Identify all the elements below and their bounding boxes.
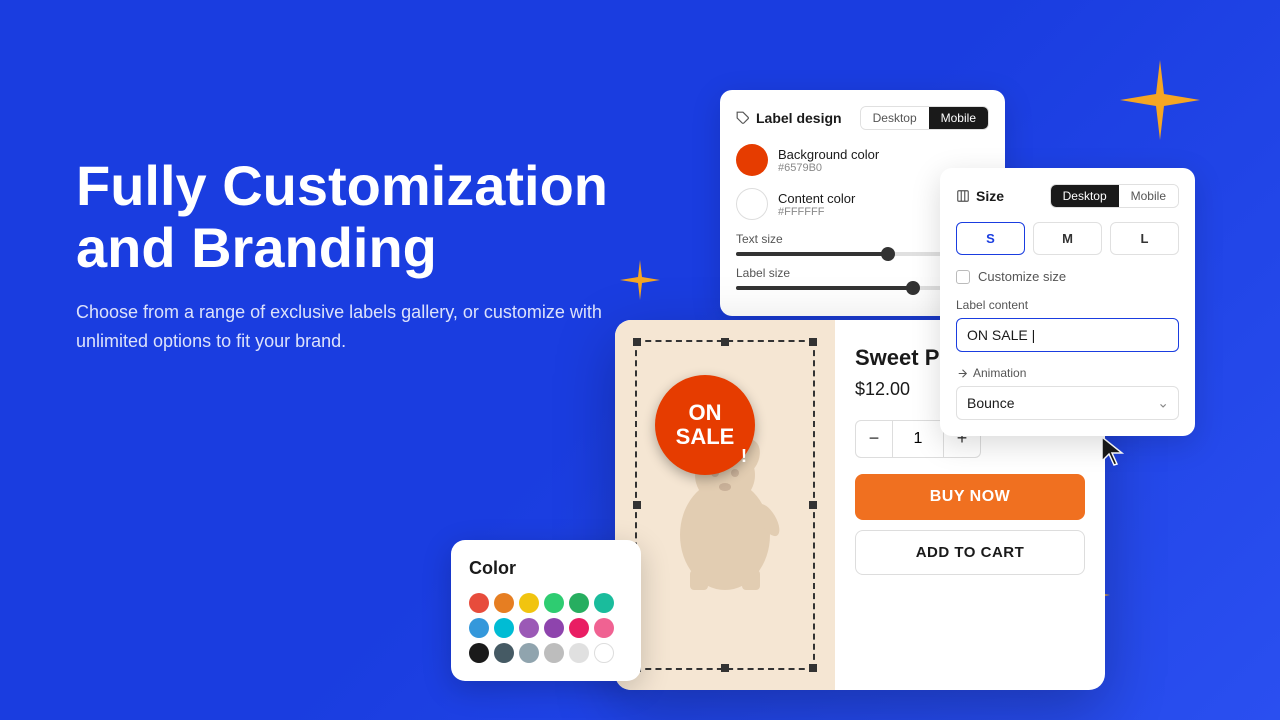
label-design-tabs: Desktop Mobile	[860, 106, 989, 130]
handle-tr[interactable]	[809, 338, 817, 346]
size-tabs: Desktop Mobile	[1050, 184, 1179, 208]
animation-select-wrapper: None Bounce Pulse Shake Spin	[956, 386, 1179, 420]
customize-checkbox[interactable]	[956, 270, 970, 284]
animation-select[interactable]: None Bounce Pulse Shake Spin	[956, 386, 1179, 420]
label-icon	[736, 111, 750, 125]
sale-badge-text: ONSALE	[676, 401, 735, 449]
color-dot-purple-light[interactable]	[519, 618, 539, 638]
content-color-swatch[interactable]	[736, 188, 768, 220]
background-color-label: Background color	[778, 147, 879, 162]
color-panel-title: Color	[469, 558, 623, 579]
handle-ml[interactable]	[633, 501, 641, 509]
handle-br[interactable]	[809, 664, 817, 672]
customize-size-row: Customize size	[956, 269, 1179, 284]
hero-section: Fully Customization and Branding Choose …	[76, 155, 656, 356]
size-panel: Size Desktop Mobile S M L Customize size…	[940, 168, 1195, 436]
color-dot-white[interactable]	[594, 643, 614, 663]
size-l-button[interactable]: L	[1110, 222, 1179, 255]
hero-title: Fully Customization and Branding	[76, 155, 656, 278]
quantity-decrease-button[interactable]: −	[855, 420, 893, 458]
sale-badge: ONSALE !	[655, 375, 755, 475]
tab-mobile-size[interactable]: Mobile	[1119, 185, 1178, 207]
handle-mr[interactable]	[809, 501, 817, 509]
animation-section: Animation None Bounce Pulse Shake Spin	[956, 366, 1179, 420]
size-panel-title: Size	[956, 188, 1004, 204]
color-dot-orange[interactable]	[494, 593, 514, 613]
color-dot-mid-gray[interactable]	[519, 643, 539, 663]
color-dot-lighter-gray[interactable]	[569, 643, 589, 663]
content-color-label: Content color	[778, 191, 855, 206]
product-image-area: ONSALE !	[615, 320, 835, 690]
tab-desktop-size[interactable]: Desktop	[1051, 185, 1119, 207]
size-buttons-group: S M L	[956, 222, 1179, 255]
size-icon	[956, 189, 970, 203]
handle-tl[interactable]	[633, 338, 641, 346]
size-panel-header: Size Desktop Mobile	[956, 184, 1179, 208]
background-color-hex: #6579B0	[778, 162, 879, 174]
color-dot-red[interactable]	[469, 593, 489, 613]
handle-bm[interactable]	[721, 664, 729, 672]
color-dot-light-gray[interactable]	[544, 643, 564, 663]
color-dot-cyan[interactable]	[494, 618, 514, 638]
sparkle-top-right-icon	[1120, 60, 1200, 140]
animation-icon	[956, 367, 969, 380]
label-content-title: Label content	[956, 298, 1179, 312]
size-m-button[interactable]: M	[1033, 222, 1102, 255]
add-to-cart-button[interactable]: ADD TO CART	[855, 530, 1085, 575]
size-s-button[interactable]: S	[956, 222, 1025, 255]
color-dot-dark-gray[interactable]	[494, 643, 514, 663]
label-content-input[interactable]	[956, 318, 1179, 352]
color-dot-pink[interactable]	[569, 618, 589, 638]
panel-title: Label design	[736, 110, 842, 126]
panel-header: Label design Desktop Mobile	[736, 106, 989, 130]
sale-exclaim: !	[741, 447, 747, 467]
buy-now-button[interactable]: BUY NOW	[855, 474, 1085, 520]
color-dot-black[interactable]	[469, 643, 489, 663]
color-panel: Color	[451, 540, 641, 681]
background-color-swatch[interactable]	[736, 144, 768, 176]
label-content-section: Label content	[956, 298, 1179, 352]
content-color-hex: #FFFFFF	[778, 206, 855, 218]
tab-mobile-label[interactable]: Mobile	[929, 107, 988, 129]
animation-title: Animation	[956, 366, 1179, 380]
quantity-value: 1	[893, 420, 943, 458]
hero-subtitle: Choose from a range of exclusive labels …	[76, 298, 656, 356]
color-dot-green-dark[interactable]	[569, 593, 589, 613]
color-dot-green-light[interactable]	[544, 593, 564, 613]
color-dot-blue[interactable]	[469, 618, 489, 638]
color-dot-yellow[interactable]	[519, 593, 539, 613]
color-dot-pink-light[interactable]	[594, 618, 614, 638]
handle-tm[interactable]	[721, 338, 729, 346]
color-dot-teal[interactable]	[594, 593, 614, 613]
color-dot-purple-dark[interactable]	[544, 618, 564, 638]
customize-label: Customize size	[978, 269, 1066, 284]
tab-desktop-label[interactable]: Desktop	[861, 107, 929, 129]
color-grid	[469, 593, 623, 663]
